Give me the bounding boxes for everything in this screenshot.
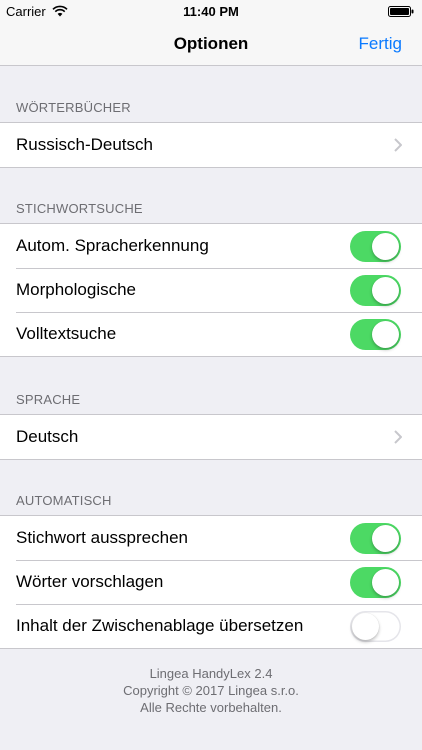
translate-clipboard-row: Inhalt der Zwischenablage übersetzen (0, 604, 422, 648)
language-label: Deutsch (16, 427, 79, 446)
dictionary-row[interactable]: Russisch-Deutsch (0, 123, 422, 167)
status-bar: Carrier 11:40 PM (0, 0, 422, 22)
fulltext-search-row: Volltextsuche (0, 312, 422, 356)
translate-clipboard-toggle[interactable] (350, 611, 401, 642)
copyright: Copyright © 2017 Lingea s.r.o. (123, 683, 299, 698)
suggest-words-row: Wörter vorschlagen (0, 560, 422, 604)
fulltext-search-toggle[interactable] (350, 319, 401, 350)
dictionary-label: Russisch-Deutsch (16, 135, 153, 154)
battery-icon (388, 6, 414, 17)
status-time: 11:40 PM (183, 4, 239, 19)
section-header-automatic: AUTOMATISCH (16, 493, 112, 508)
auto-language-detection-toggle[interactable] (350, 231, 401, 262)
morphological-row: Morphologische (0, 268, 422, 312)
auto-language-detection-row: Autom. Spracherkennung (0, 224, 422, 268)
section-header-dictionaries: WÖRTERBÜCHER (16, 100, 131, 115)
pronounce-keyword-row: Stichwort aussprechen (0, 516, 422, 560)
language-row[interactable]: Deutsch (0, 415, 422, 459)
dictionaries-group: Russisch-Deutsch (0, 122, 422, 168)
rights-reserved: Alle Rechte vorbehalten. (140, 700, 282, 715)
pronounce-keyword-toggle[interactable] (350, 523, 401, 554)
automatic-group: Stichwort aussprechen Wörter vorschlagen… (0, 515, 422, 649)
section-header-keyword-search: STICHWORTSUCHE (16, 201, 143, 216)
footer: Lingea HandyLex 2.4 Copyright © 2017 Lin… (0, 665, 422, 716)
language-group: Deutsch (0, 414, 422, 460)
chevron-right-icon (394, 138, 402, 152)
chevron-right-icon (394, 430, 402, 444)
keyword-search-group: Autom. Spracherkennung Morphologische Vo… (0, 223, 422, 357)
done-button[interactable]: Fertig (359, 34, 402, 54)
app-version: Lingea HandyLex 2.4 (149, 666, 273, 681)
suggest-words-toggle[interactable] (350, 567, 401, 598)
morphological-toggle[interactable] (350, 275, 401, 306)
section-header-language: SPRACHE (16, 392, 81, 407)
navigation-bar: Optionen Fertig (0, 22, 422, 66)
